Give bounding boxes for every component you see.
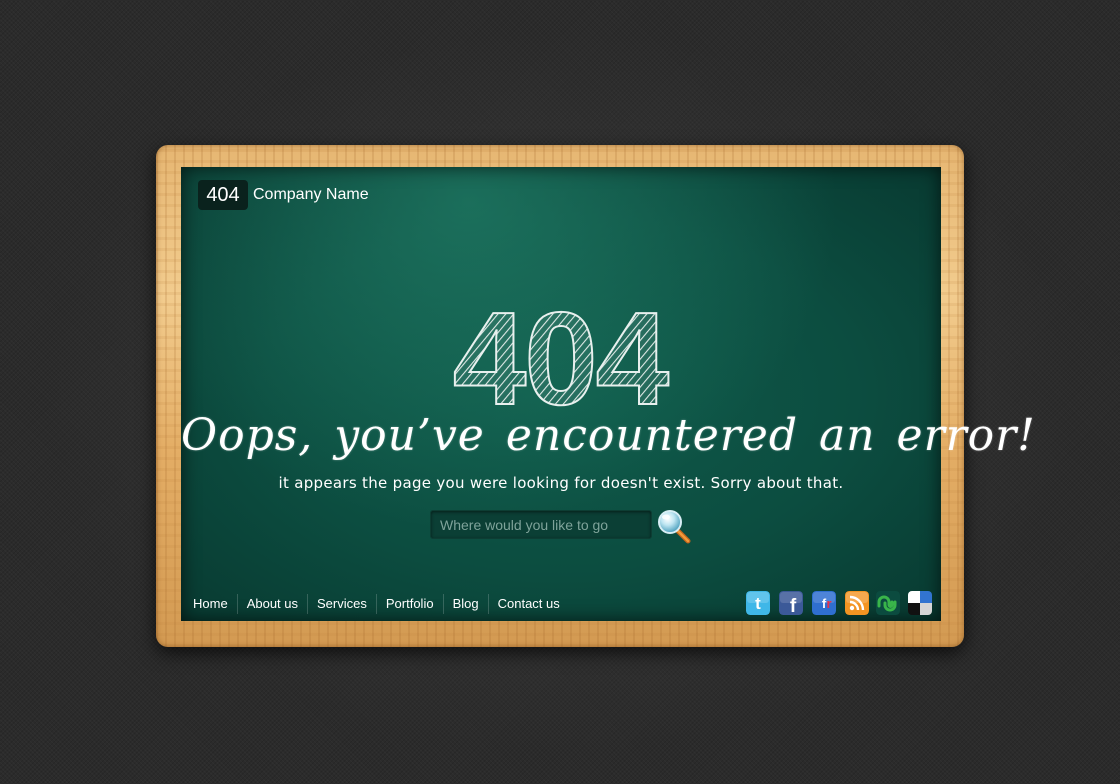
search-input[interactable] [430, 510, 652, 539]
friendfeed-icon[interactable]: f r [812, 591, 836, 615]
error-message: it appears the page you were looking for… [278, 474, 844, 492]
company-name[interactable]: Company Name [253, 185, 369, 205]
svg-text:t: t [755, 594, 761, 613]
svg-text:f: f [790, 596, 797, 615]
logo-badge[interactable]: 404 [198, 180, 248, 210]
twitter-icon[interactable]: t [746, 591, 770, 615]
footer-nav: Home About us Services Portfolio Blog Co… [186, 594, 569, 614]
delicious-icon[interactable] [908, 591, 932, 615]
svg-text:r: r [826, 596, 831, 611]
error-headline: Oops, you’ve encountered an error! [181, 410, 1036, 461]
stumbleupon-icon[interactable] [876, 591, 900, 615]
nav-home[interactable]: Home [186, 594, 237, 614]
nav-services[interactable]: Services [307, 594, 376, 614]
facebook-icon[interactable]: f [779, 591, 803, 615]
nav-portfolio[interactable]: Portfolio [375, 594, 443, 614]
nav-about-us[interactable]: About us [236, 594, 307, 614]
magnifier-icon [658, 510, 691, 544]
error-code-text: 404 [453, 294, 669, 414]
search-button[interactable] [656, 508, 692, 544]
nav-blog[interactable]: Blog [442, 594, 488, 614]
error-code-graphic: 404 [452, 294, 672, 414]
nav-contact-us[interactable]: Contact us [487, 594, 569, 614]
rss-icon[interactable] [845, 591, 869, 615]
